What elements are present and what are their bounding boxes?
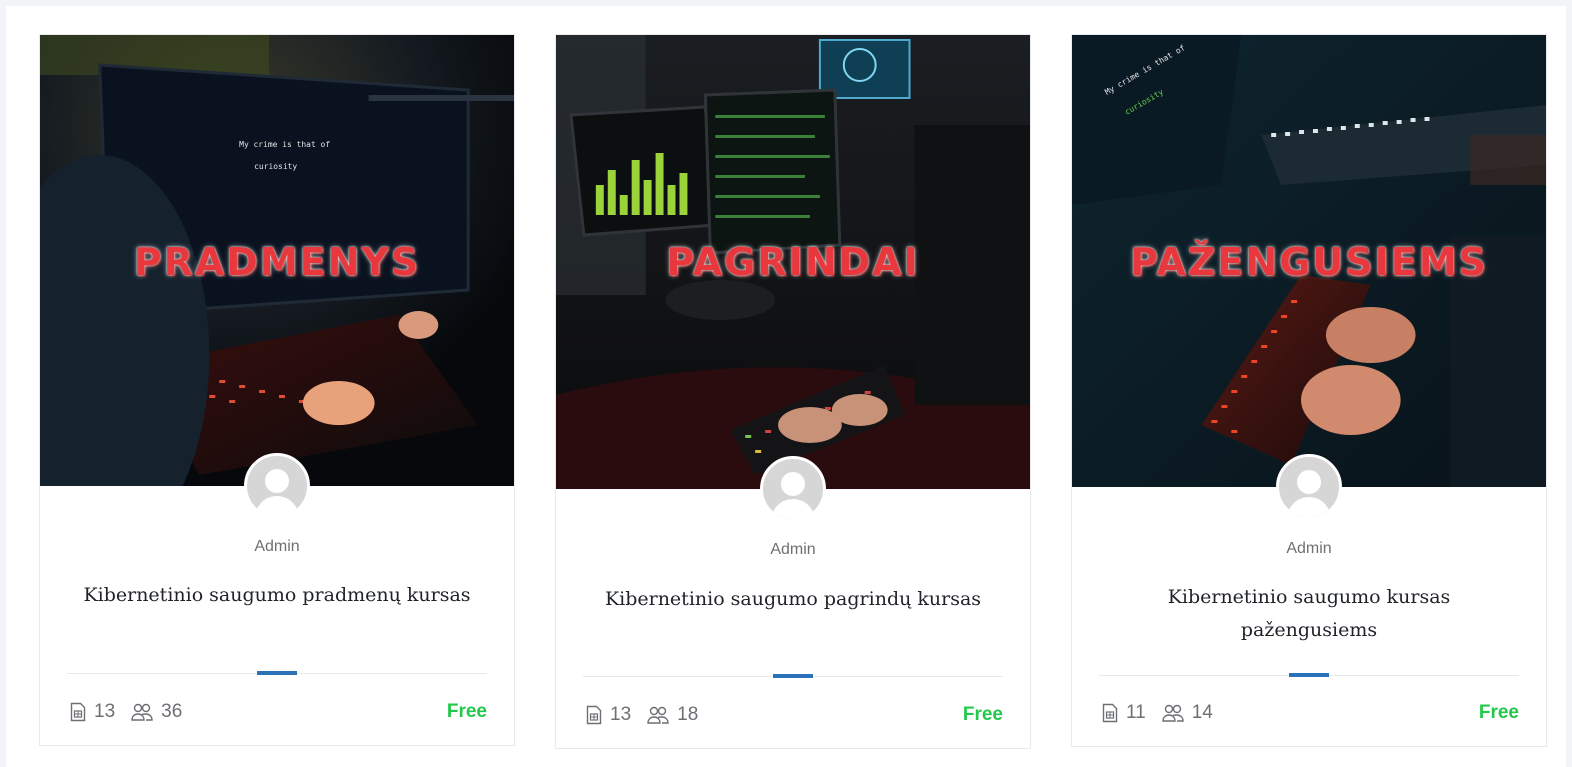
lesson-count: 13 <box>70 701 115 723</box>
thumbnail-title: PAŽENGUSIEMS <box>1130 240 1488 284</box>
avatar-placeholder-icon <box>1297 470 1321 494</box>
course-meta: 11 14 Free <box>1102 700 1519 726</box>
lesson-count: 11 <box>1102 702 1146 724</box>
document-icon <box>586 705 602 725</box>
course-card[interactable]: My crime is that of curiosity PRADMENYS … <box>39 34 515 746</box>
users-icon <box>131 703 153 721</box>
course-title[interactable]: Kibernetinio saugumo pagrindų kursas <box>596 583 990 616</box>
avatar-placeholder-icon <box>265 469 289 493</box>
author-avatar[interactable] <box>760 456 826 522</box>
student-count: 36 <box>131 701 182 723</box>
author-name[interactable]: Admin <box>556 541 1030 559</box>
divider-accent <box>773 674 813 678</box>
divider <box>1099 673 1519 677</box>
users-icon <box>1162 704 1184 722</box>
course-meta: 13 18 Free <box>586 702 1003 728</box>
course-card[interactable]: My crime is that of curiosity PAŽENGUSIE… <box>1071 34 1547 747</box>
divider <box>67 671 487 675</box>
users-icon <box>647 706 669 724</box>
document-icon <box>1102 703 1118 723</box>
divider-accent <box>1289 673 1329 677</box>
document-icon <box>70 702 86 722</box>
thumbnail-title: PAGRINDAI <box>666 240 920 284</box>
divider-accent <box>257 671 297 675</box>
screen-text: curiosity <box>254 162 297 171</box>
price-label: Free <box>446 701 487 722</box>
divider <box>583 674 1003 678</box>
course-card[interactable]: PAGRINDAI Admin Kibernetinio saugumo pag… <box>555 34 1031 749</box>
student-count: 18 <box>647 704 698 726</box>
author-name[interactable]: Admin <box>1072 540 1546 558</box>
lesson-count: 13 <box>586 704 631 726</box>
course-thumbnail-link[interactable]: My crime is that of curiosity PRADMENYS <box>40 35 514 486</box>
thumbnail-title: PRADMENYS <box>133 240 421 284</box>
price-label: Free <box>1478 702 1519 723</box>
author-avatar[interactable] <box>244 453 310 519</box>
avatar-placeholder-icon <box>781 472 805 496</box>
course-title[interactable]: Kibernetinio saugumo pradmenų kursas <box>80 579 474 612</box>
course-meta: 13 36 Free <box>70 699 487 725</box>
course-title[interactable]: Kibernetinio saugumo kursas pažengusiems <box>1112 581 1506 647</box>
author-avatar[interactable] <box>1276 454 1342 520</box>
course-thumbnail-link[interactable]: My crime is that of curiosity PAŽENGUSIE… <box>1072 35 1546 487</box>
course-thumbnail-link[interactable]: PAGRINDAI <box>556 35 1030 489</box>
screen-text: My crime is that of <box>239 140 330 149</box>
student-count: 14 <box>1162 702 1213 724</box>
author-name[interactable]: Admin <box>40 538 514 556</box>
price-label: Free <box>962 704 1003 725</box>
